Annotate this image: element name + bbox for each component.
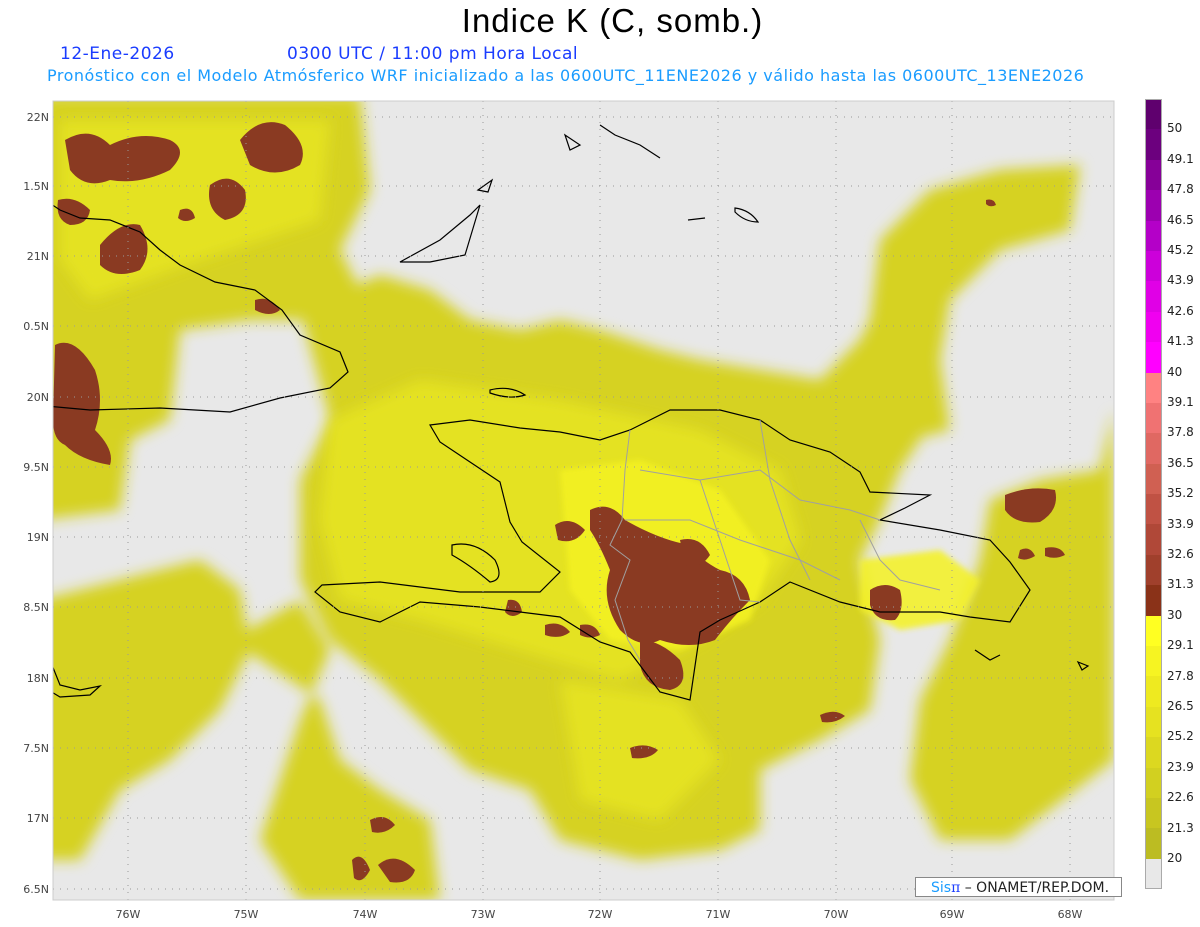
lon-label: 75W (234, 908, 259, 921)
lat-label: 6.5N (23, 883, 49, 896)
lon-label: 69W (940, 908, 965, 921)
brand-pi: π (951, 880, 961, 896)
colorbar-segment (1145, 372, 1162, 403)
colorbar-segment (1145, 737, 1162, 768)
colorbar-label: 23.9 (1167, 759, 1194, 774)
latitude-labels: 22N 1.5N 21N 0.5N 20N 9.5N 19N 8.5N 18N 7.5N 17N 6.… (23, 111, 49, 896)
colorbar-segment (1145, 585, 1162, 616)
colorbar-segment (1145, 99, 1162, 130)
lat-label: 18N (27, 672, 49, 685)
colorbar-segment (1145, 433, 1162, 464)
colorbar-segment (1145, 342, 1162, 373)
lat-label: 22N (27, 111, 49, 124)
colorbar-segment (1145, 858, 1162, 890)
longitude-labels: 76W 75W 74W 73W 72W 71W 70W 69W 68W (116, 908, 1083, 921)
colorbar-label: 42.6 (1167, 303, 1194, 318)
lat-label: 8.5N (23, 601, 49, 614)
credit-box: Sisπ – ONAMET/REP.DOM. (915, 877, 1122, 897)
colorbar (1145, 99, 1162, 890)
lon-label: 76W (116, 908, 141, 921)
colorbar-segment (1145, 554, 1162, 586)
colorbar-label: 21.3 (1167, 820, 1194, 835)
colorbar-label: 27.8 (1167, 668, 1194, 683)
lat-label: 1.5N (23, 180, 49, 193)
colorbar-segment (1145, 159, 1162, 191)
colorbar-label: 35.2 (1167, 486, 1194, 501)
colorbar-segment (1145, 281, 1162, 312)
k-index-map: 76W 75W 74W 73W 72W 71W 70W 69W 68W 22N 1.5N 21N 0.… (23, 100, 1115, 921)
colorbar-label: 30 (1167, 607, 1183, 622)
lon-label: 74W (353, 908, 378, 921)
colorbar-segment (1145, 676, 1162, 707)
colorbar-label: 47.8 (1167, 182, 1194, 197)
colorbar-segment (1145, 494, 1162, 525)
colorbar-segment (1145, 190, 1162, 221)
lon-label: 68W (1058, 908, 1083, 921)
lon-label: 70W (824, 908, 849, 921)
colorbar-segment (1145, 646, 1162, 677)
colorbar-segment (1145, 402, 1162, 434)
lat-label: 9.5N (23, 461, 49, 474)
lat-label: 20N (27, 391, 49, 404)
lat-label: 19N (27, 531, 49, 544)
colorbar-segment (1145, 828, 1162, 859)
colorbar-segment (1145, 615, 1162, 647)
credit-org: – ONAMET/REP.DOM. (960, 880, 1110, 896)
lon-label: 73W (471, 908, 496, 921)
lat-label: 0.5N (23, 320, 49, 333)
colorbar-label: 32.6 (1167, 547, 1194, 561)
colorbar-segment (1145, 129, 1162, 160)
colorbar-label: 31.3 (1167, 577, 1194, 592)
colorbar-label: 20 (1167, 851, 1183, 865)
brand-sis: Sis (931, 880, 952, 896)
colorbar-label: 37.8 (1167, 425, 1194, 440)
colorbar-label: 26.5 (1167, 699, 1194, 713)
colorbar-label: 29.1 (1167, 638, 1194, 653)
colorbar-segment (1145, 767, 1162, 798)
colorbar-label: 41.3 (1167, 334, 1194, 349)
colorbar-segment (1145, 311, 1162, 343)
colorbar-label: 25.2 (1167, 729, 1194, 744)
colorbar-label: 50 (1167, 121, 1183, 136)
colorbar-segment (1145, 250, 1162, 282)
lon-label: 71W (706, 908, 731, 921)
colorbar-segment (1145, 797, 1162, 829)
colorbar-segment (1145, 463, 1162, 495)
lon-label: 72W (588, 908, 613, 921)
colorbar-label: 39.1 (1167, 395, 1194, 409)
colorbar-label: 40 (1167, 364, 1183, 379)
lat-label: 21N (27, 250, 49, 263)
colorbar-label: 36.5 (1167, 455, 1194, 470)
colorbar-label: 33.9 (1167, 516, 1194, 531)
colorbar-label: 46.5 (1167, 212, 1194, 227)
lat-label: 7.5N (23, 742, 49, 755)
lat-label: 17N (27, 812, 49, 825)
colorbar-segment (1145, 706, 1162, 738)
colorbar-label: 43.9 (1167, 273, 1194, 288)
colorbar-label: 49.1 (1167, 151, 1194, 166)
colorbar-label: 22.6 (1167, 790, 1194, 805)
colorbar-label: 45.2 (1167, 243, 1194, 257)
colorbar-segment (1145, 524, 1162, 555)
colorbar-segment (1145, 220, 1162, 251)
